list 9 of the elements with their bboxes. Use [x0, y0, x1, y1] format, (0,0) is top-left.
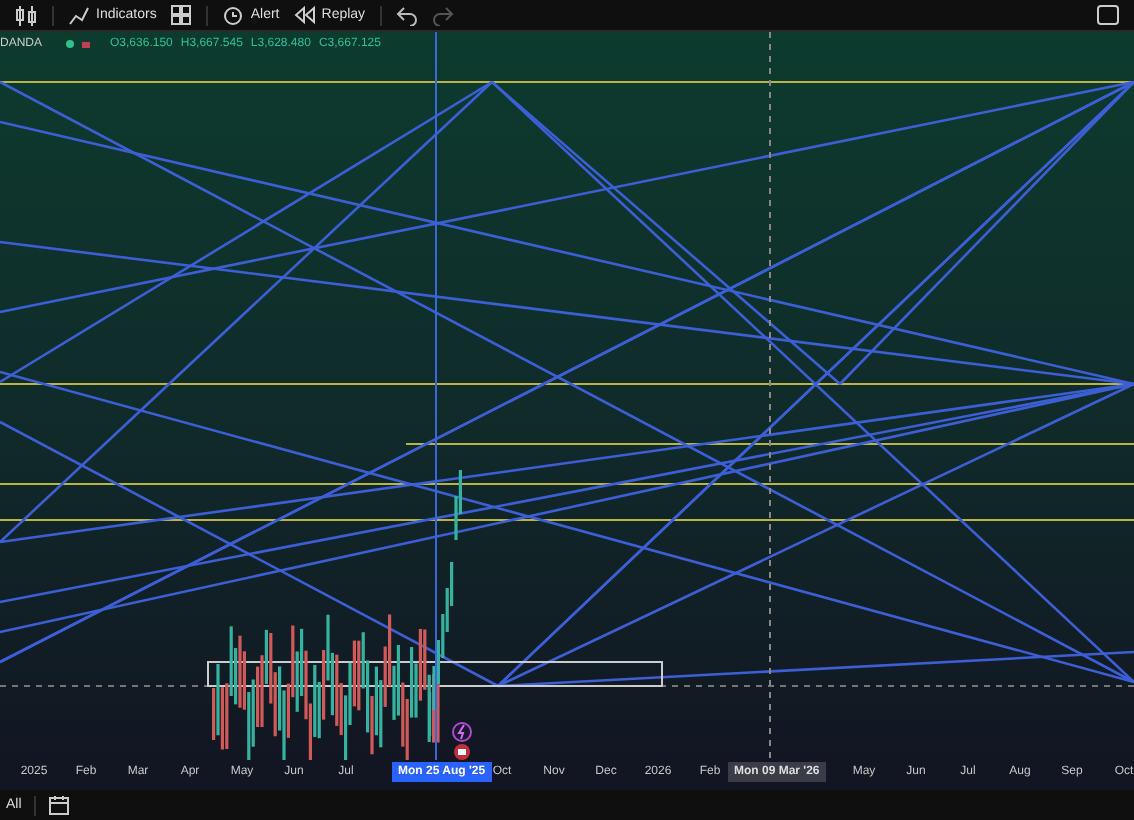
fullscreen-icon[interactable] — [1096, 4, 1120, 26]
undo-icon[interactable] — [395, 4, 418, 26]
candlestick-icon[interactable] — [14, 3, 38, 27]
chart-line-icon — [68, 4, 90, 26]
calendar-icon[interactable] — [47, 794, 70, 816]
status-dot-icon — [66, 40, 75, 48]
grid-icon[interactable] — [170, 4, 193, 26]
clock-icon — [222, 4, 245, 26]
rewind-icon — [293, 4, 316, 26]
